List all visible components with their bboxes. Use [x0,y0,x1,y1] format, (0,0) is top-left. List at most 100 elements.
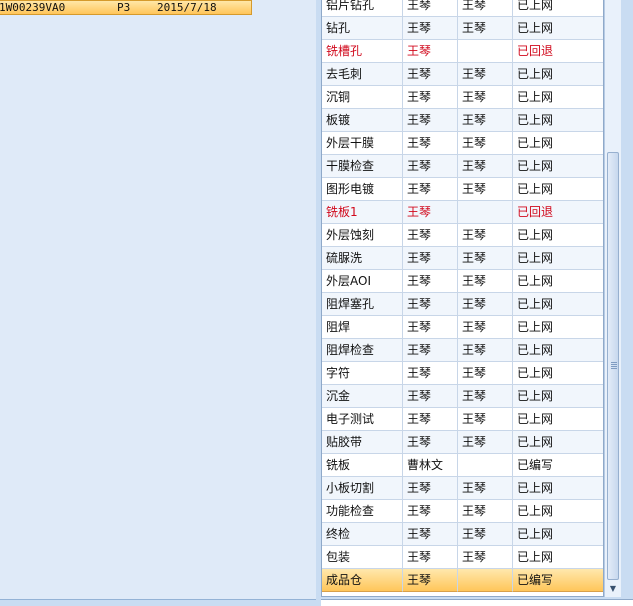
operator-cell: 王琴 [403,17,458,40]
status-cell: 已上网 [513,385,603,408]
process-row[interactable]: 功能检查 王琴 王琴 已上网 [322,500,603,523]
reviewer-cell: 王琴 [458,385,513,408]
status-cell: 已上网 [513,477,603,500]
status-cell: 已上网 [513,86,603,109]
step-cell: 小板切割 [322,477,403,500]
operator-cell: 王琴 [403,546,458,569]
process-row[interactable]: 硫脲洗 王琴 王琴 已上网 [322,247,603,270]
status-cell: 已上网 [513,523,603,546]
grid-vertical-scrollbar[interactable]: ▼ [604,0,621,597]
thumb-grip-line [611,364,617,365]
scroll-down-arrow-icon[interactable]: ▼ [605,581,621,596]
reviewer-cell: 王琴 [458,293,513,316]
step-cell: 铝片钻孔 [322,0,403,17]
process-row[interactable]: 沉金 王琴 王琴 已上网 [322,385,603,408]
thumb-grip-line [611,368,617,369]
step-cell: 板镀 [322,109,403,132]
operator-cell: 王琴 [403,500,458,523]
scrollbar-thumb[interactable] [607,152,619,580]
operator-cell: 曹林文 [403,454,458,477]
operator-cell: 王琴 [403,362,458,385]
step-cell: 功能检查 [322,500,403,523]
reviewer-cell [458,454,513,477]
process-row[interactable]: 阻焊塞孔 王琴 王琴 已上网 [322,293,603,316]
process-row[interactable]: 终检 王琴 王琴 已上网 [322,523,603,546]
order-code: 1W00239VA0 [0,1,66,14]
process-grid: 铝片钻孔 王琴 王琴 已上网 钻孔 王琴 王琴 已上网 铣槽孔 王琴 已回退 去毛刺 王琴 王琴 已上网 沉铜… [321,0,604,597]
step-cell: 阻焊 [322,316,403,339]
step-cell: 图形电镀 [322,178,403,201]
thumb-grip-line [611,362,617,363]
operator-cell: 王琴 [403,523,458,546]
process-row[interactable]: 包装 王琴 王琴 已上网 [322,546,603,569]
step-cell: 去毛刺 [322,63,403,86]
window-edge [621,0,633,605]
order-date: 2015/7/18 [157,1,217,14]
step-cell: 沉金 [322,385,403,408]
process-row[interactable]: 铣板1 王琴 已回退 [322,201,603,224]
reviewer-cell: 王琴 [458,316,513,339]
process-row[interactable]: 图形电镀 王琴 王琴 已上网 [322,178,603,201]
operator-cell: 王琴 [403,247,458,270]
operator-cell: 王琴 [403,132,458,155]
reviewer-cell: 王琴 [458,178,513,201]
process-row[interactable]: 铣槽孔 王琴 已回退 [322,40,603,63]
order-list-panel: 1W00239VA0 P3 2015/7/18 [0,0,317,600]
step-cell: 铣板 [322,454,403,477]
process-row[interactable]: 铣板 曹林文 已编写 [322,454,603,477]
thumb-grip-line [611,366,617,367]
operator-cell: 王琴 [403,224,458,247]
operator-cell: 王琴 [403,431,458,454]
process-row[interactable]: 外层蚀刻 王琴 王琴 已上网 [322,224,603,247]
reviewer-cell: 王琴 [458,523,513,546]
process-row[interactable]: 铝片钻孔 王琴 王琴 已上网 [322,0,603,17]
reviewer-cell: 王琴 [458,247,513,270]
process-row[interactable]: 板镀 王琴 王琴 已上网 [322,109,603,132]
process-row[interactable]: 干膜检查 王琴 王琴 已上网 [322,155,603,178]
process-row[interactable]: 去毛刺 王琴 王琴 已上网 [322,63,603,86]
step-cell: 硫脲洗 [322,247,403,270]
status-cell: 已上网 [513,431,603,454]
reviewer-cell: 王琴 [458,270,513,293]
step-cell: 铣槽孔 [322,40,403,63]
status-cell: 已上网 [513,500,603,523]
step-cell: 外层AOI [322,270,403,293]
process-row[interactable]: 沉铜 王琴 王琴 已上网 [322,86,603,109]
process-row[interactable]: 阻焊 王琴 王琴 已上网 [322,316,603,339]
step-cell: 钻孔 [322,17,403,40]
status-cell: 已上网 [513,362,603,385]
reviewer-cell: 王琴 [458,546,513,569]
status-cell: 已上网 [513,247,603,270]
process-row[interactable]: 字符 王琴 王琴 已上网 [322,362,603,385]
operator-cell: 王琴 [403,178,458,201]
operator-cell: 王琴 [403,86,458,109]
reviewer-cell [458,569,513,592]
process-row[interactable]: 成品仓 王琴 已编写 [322,569,603,592]
status-cell: 已上网 [513,109,603,132]
status-cell: 已上网 [513,408,603,431]
process-row[interactable]: 小板切割 王琴 王琴 已上网 [322,477,603,500]
reviewer-cell: 王琴 [458,362,513,385]
step-cell: 外层蚀刻 [322,224,403,247]
step-cell: 干膜检查 [322,155,403,178]
process-row[interactable]: 贴胶带 王琴 王琴 已上网 [322,431,603,454]
reviewer-cell: 王琴 [458,155,513,178]
order-level: P3 [117,1,131,14]
process-row[interactable]: 阻焊检查 王琴 王琴 已上网 [322,339,603,362]
status-cell: 已编写 [513,454,603,477]
process-row[interactable]: 外层AOI 王琴 王琴 已上网 [322,270,603,293]
step-cell: 包装 [322,546,403,569]
status-cell: 已上网 [513,546,603,569]
status-cell: 已回退 [513,201,603,224]
step-cell: 贴胶带 [322,431,403,454]
process-row[interactable]: 外层干膜 王琴 王琴 已上网 [322,132,603,155]
reviewer-cell: 王琴 [458,477,513,500]
process-row[interactable]: 钻孔 王琴 王琴 已上网 [322,17,603,40]
reviewer-cell: 王琴 [458,408,513,431]
process-row[interactable]: 电子测试 王琴 王琴 已上网 [322,408,603,431]
status-cell: 已上网 [513,178,603,201]
status-cell: 已上网 [513,0,603,17]
operator-cell: 王琴 [403,408,458,431]
status-cell: 已上网 [513,293,603,316]
order-row-selected[interactable]: 1W00239VA0 P3 2015/7/18 [0,0,252,15]
